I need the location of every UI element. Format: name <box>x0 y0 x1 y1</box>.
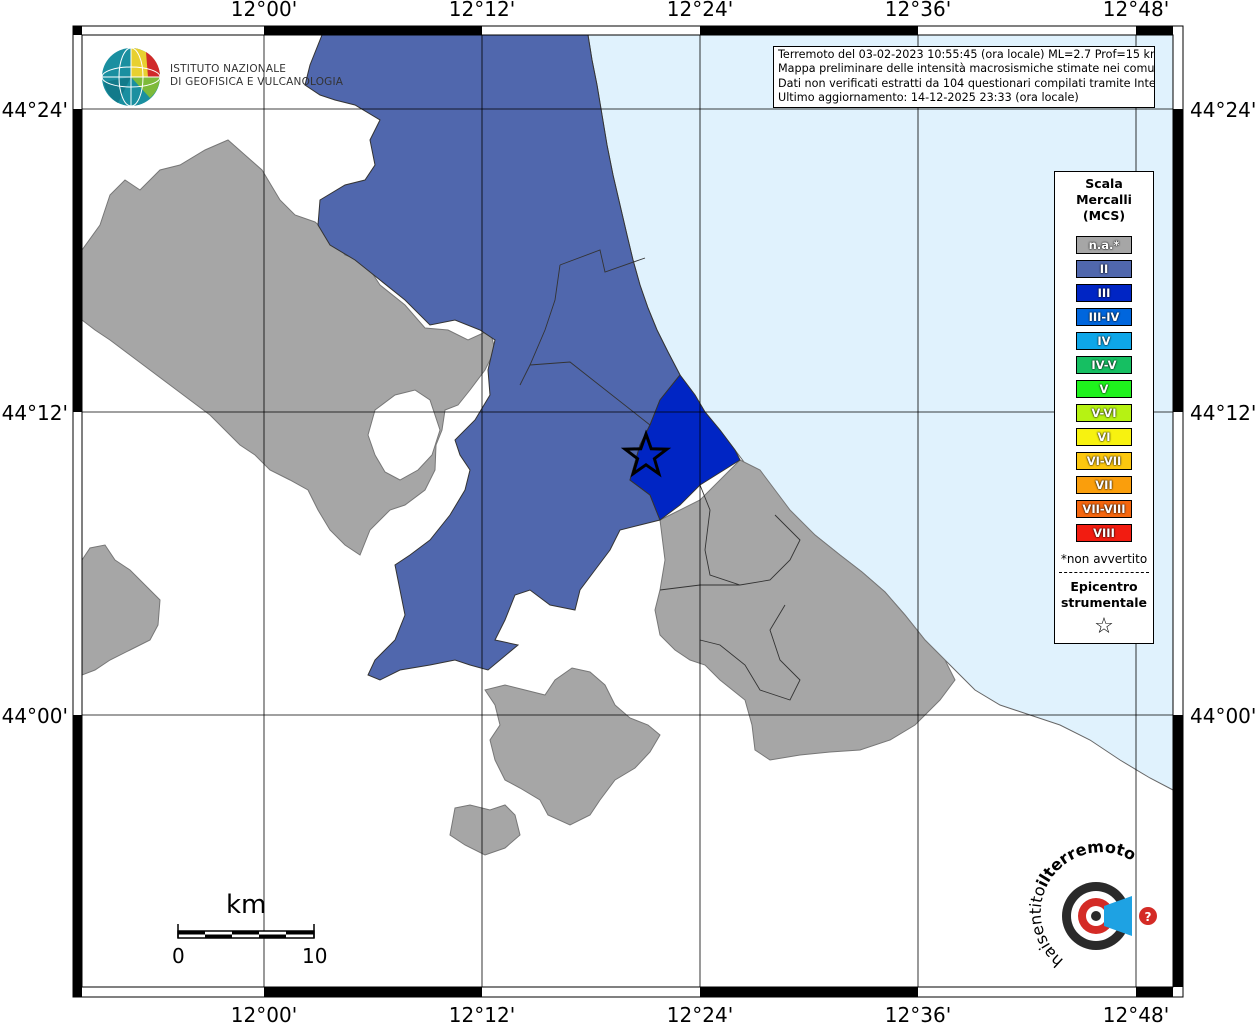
left-lat-tick-label: 44°24' <box>2 98 68 122</box>
legend-item: IV-V <box>1076 356 1132 374</box>
left-lat-tick-label: 44°12' <box>2 401 68 425</box>
right-lat-tick-label: 44°00' <box>1190 704 1256 728</box>
legend-title-line1: Scala <box>1085 176 1123 191</box>
star-icon: ☆ <box>1094 614 1114 639</box>
scale-end: 10 <box>302 944 328 968</box>
institute-name-line1: ISTITUTO NAZIONALE <box>170 63 287 75</box>
legend-item: V <box>1076 380 1132 398</box>
bottom-lon-tick-label: 12°00' <box>231 1003 297 1024</box>
legend-item: V-VI <box>1076 404 1132 422</box>
right-lat-tick-label: 44°24' <box>1190 98 1256 122</box>
legend-items: n.a.* II III III-IV IV IV-V V V-VI VI VI-VII VII VI… <box>1055 236 1153 542</box>
legend-separator <box>1059 572 1149 573</box>
bottom-lon-tick-label: 12°24' <box>667 1003 733 1024</box>
right-lat-labels: 44°24' 44°12' 44°00' <box>1190 98 1256 728</box>
top-lon-tick-label: 12°24' <box>667 0 733 21</box>
top-lon-labels: 12°00' 12°12' 12°24' 12°36' 12°48' <box>231 0 1169 21</box>
top-lon-tick-label: 12°36' <box>885 0 951 21</box>
legend-epicenter-line2: strumentale <box>1060 595 1148 610</box>
legend-item: II <box>1076 260 1132 278</box>
legend-item: VII <box>1076 476 1132 494</box>
ingv-globe-logo <box>101 47 161 107</box>
event-info-line1: Terremoto del 03-02-2023 10:55:45 (ora l… <box>778 48 1155 61</box>
legend-epicenter-line1: Epicentro <box>1070 579 1138 594</box>
right-lat-tick-label: 44°12' <box>1190 401 1256 425</box>
legend-item: VIII <box>1076 524 1132 542</box>
legend-item: n.a.* <box>1076 236 1132 254</box>
legend-item: III <box>1076 284 1132 302</box>
mcs-legend: Scala Mercalli (MCS) n.a.* II III III-IV IV I… <box>1054 171 1154 644</box>
legend-item: VI <box>1076 428 1132 446</box>
legend-item: IV <box>1076 332 1132 350</box>
bottom-lon-tick-label: 12°36' <box>885 1003 951 1024</box>
event-info-line3: Dati non verificati estratti da 104 ques… <box>778 76 1155 90</box>
scale-unit: km <box>226 890 267 920</box>
event-info-box: Terremoto del 03-02-2023 10:55:45 (ora l… <box>773 46 1155 108</box>
legend-item: VI-VII <box>1076 452 1132 470</box>
svg-text:?: ? <box>1145 910 1152 924</box>
event-info-line4: Ultimo aggiornamento: 14-12-2025 23:33 (… <box>778 91 1079 105</box>
top-lon-tick-label: 12°00' <box>231 0 297 21</box>
institute-name: ISTITUTO NAZIONALE DI GEOFISICA E VULCAN… <box>170 63 343 89</box>
bottom-lon-tick-label: 12°48' <box>1103 1003 1169 1024</box>
event-info-line2: Mappa preliminare delle intensità macros… <box>778 62 1155 76</box>
legend-note: *non avvertito <box>1060 552 1148 566</box>
legend-title: Scala Mercalli (MCS) <box>1055 176 1153 224</box>
legend-item: VII-VIII <box>1076 500 1132 518</box>
top-lon-tick-label: 12°48' <box>1103 0 1169 21</box>
bottom-lon-tick-label: 12°12' <box>449 1003 515 1024</box>
institute-name-line2: DI GEOFISICA E VULCANOLOGIA <box>170 76 344 88</box>
left-lat-labels: 44°24' 44°12' 44°00' <box>2 98 68 728</box>
legend-item: III-IV <box>1076 308 1132 326</box>
scale-start: 0 <box>172 944 185 968</box>
legend-epicenter-label: Epicentro strumentale <box>1055 579 1153 611</box>
legend-title-line2: Mercalli <box>1076 192 1132 207</box>
bottom-lon-labels: 12°00' 12°12' 12°24' 12°36' 12°48' <box>231 1003 1169 1024</box>
legend-title-line3: (MCS) <box>1082 208 1126 223</box>
left-lat-tick-label: 44°00' <box>2 704 68 728</box>
top-lon-tick-label: 12°12' <box>449 0 515 21</box>
